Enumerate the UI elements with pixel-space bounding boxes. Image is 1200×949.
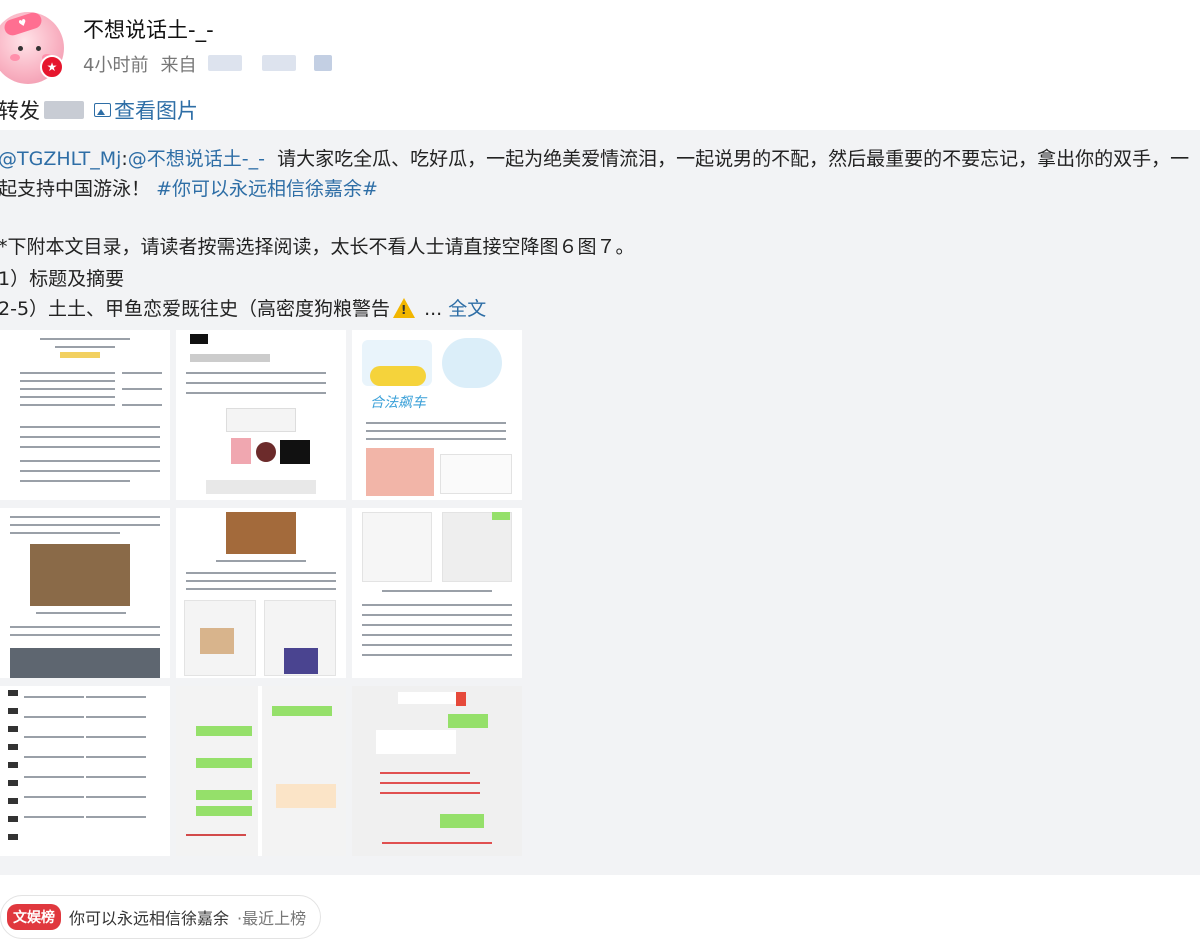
warning-icon <box>393 298 416 318</box>
hot-topic-name: 你可以永远相信徐嘉余 <box>69 909 230 928</box>
toc-item-2: 2-5）土土、甲鱼恋爱既往史（高密度狗粮警告 ... 全文 <box>0 294 486 321</box>
love-hat-icon: ♥ <box>2 12 44 38</box>
ellipsis: ... <box>424 298 443 320</box>
image-thumb-8[interactable] <box>176 686 346 856</box>
toc-item-2-text: 2-5）土土、甲鱼恋爱既往史（高密度狗粮警告 <box>0 298 391 320</box>
mention-link[interactable]: @不想说话土-_- <box>128 148 265 170</box>
username[interactable]: 不想说话土-_- <box>83 14 214 44</box>
hot-list-tag: 文娱榜 <box>7 904 61 930</box>
image-thumb-1[interactable] <box>0 330 170 500</box>
blurred-text <box>44 101 84 119</box>
retweet-box: @TGZHLT_Mj:@不想说话土-_- 请大家吃全瓜、吃好瓜，一起为绝美爱情流… <box>0 130 1200 875</box>
post-header: ♥ ★ 不想说话土-_- 4小时前 来自 <box>0 0 1200 92</box>
blurred-source <box>313 55 332 71</box>
source-prefix: 来自 <box>160 55 197 76</box>
image-thumb-9[interactable] <box>352 686 522 856</box>
image-thumb-6[interactable] <box>352 508 522 678</box>
toc-line: *下附本文目录，请读者按需选择阅读，太长不看人士请直接空降图６图７。 <box>0 236 635 258</box>
view-images-link[interactable]: 查看图片 <box>94 95 198 125</box>
image-thumb-2[interactable] <box>176 330 346 500</box>
post-meta: 4小时前 来自 <box>83 51 332 77</box>
view-images-label: 查看图片 <box>114 99 198 123</box>
image-thumb-5[interactable] <box>176 508 346 678</box>
image-icon <box>94 103 111 117</box>
repost-prefix: 转发 <box>0 99 40 123</box>
hot-topic-status: ·最近上榜 <box>237 909 307 928</box>
hashtag-link[interactable]: #你可以永远相信徐嘉余# <box>156 178 378 200</box>
image-thumb-7[interactable] <box>0 686 170 856</box>
v-badge-icon: ★ <box>40 55 64 79</box>
mention-link[interactable]: @TGZHLT_Mj <box>0 148 121 170</box>
repost-line: 转发 查看图片 <box>0 95 198 125</box>
post-time[interactable]: 4小时前 <box>83 51 148 77</box>
image-thumb-4[interactable] <box>0 508 170 678</box>
blurred-source <box>261 55 296 71</box>
avatar-eye <box>18 46 23 51</box>
avatar-cheek <box>10 54 20 61</box>
full-text-link[interactable]: 全文 <box>448 298 486 320</box>
image-grid: 合法飙车 <box>0 330 524 858</box>
thumb-caption: 合法飙车 <box>370 395 426 411</box>
image-thumb-3[interactable]: 合法飙车 <box>352 330 522 500</box>
avatar-eye <box>36 46 41 51</box>
blurred-source <box>208 55 243 71</box>
toc-item-1: 1）标题及摘要 <box>0 268 125 290</box>
retweet-text: @TGZHLT_Mj:@不想说话土-_- 请大家吃全瓜、吃好瓜，一起为绝美爱情流… <box>0 144 1198 204</box>
post-source: 来自 <box>160 51 332 77</box>
hot-topic-pill[interactable]: 文娱榜 你可以永远相信徐嘉余 ·最近上榜 <box>0 895 322 939</box>
